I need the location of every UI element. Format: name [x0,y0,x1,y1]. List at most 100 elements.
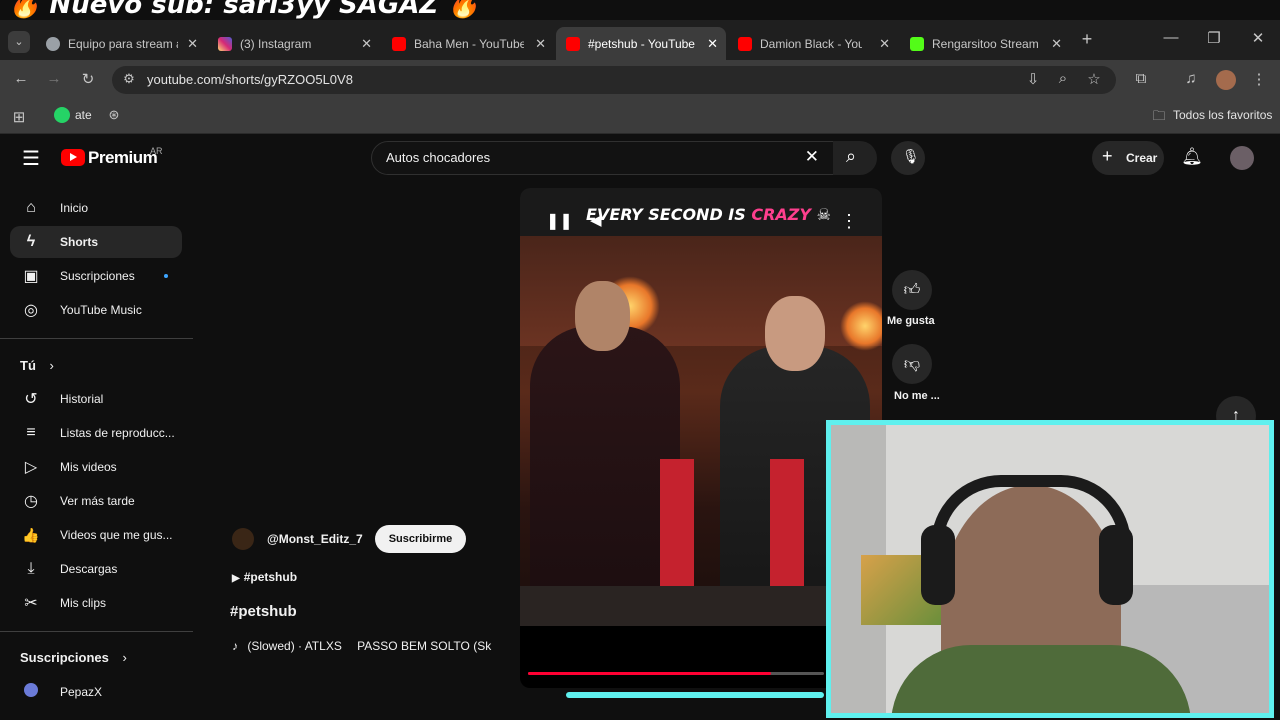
like-label: Me gusta [887,315,935,327]
sidebar-item-liked-videos[interactable]: 👍 Videos que me gus... [10,519,182,551]
forward-icon[interactable]: → [43,70,65,87]
more-options-icon[interactable]: ⋮ [840,211,858,232]
youtube-icon [738,36,752,51]
volume-icon[interactable]: ◀ [590,211,602,229]
play-icon: ▶ [232,573,240,584]
tab-equipo[interactable]: Equipo para stream a ✕ [36,27,206,60]
sidebar-item-mis-videos[interactable]: ▷ Mis videos [10,451,182,483]
sidebar-item-suscripciones[interactable]: ▣ Suscripciones [10,260,182,292]
media-control-icon[interactable]: ♫ [1180,70,1202,87]
thumbs-up-icon: 👍 [22,526,40,543]
reload-icon[interactable]: ↻ [77,70,99,88]
sidebar-item-youtube-music[interactable]: ◎ YouTube Music [10,294,182,326]
search-query[interactable]: Autos chocadores [386,150,490,165]
close-icon[interactable]: ✕ [1051,36,1062,52]
tab-damion-black[interactable]: Damion Black - YouT ✕ [728,27,898,60]
short-title: #petshub [230,603,297,620]
search-input[interactable]: Autos chocadores ✕ [371,141,834,175]
sidebar-divider [0,338,193,339]
search-icon: ⌕ [846,146,857,166]
sidebar-item-mis-clips[interactable]: ✂ Mis clips [10,587,182,619]
chatgpt-icon[interactable]: ⊛ [103,107,125,123]
thumbs-down-icon: 👎︎ [903,355,921,373]
sidebar-item-historial[interactable]: ↺ Historial [10,383,182,415]
notifications-bell-icon[interactable]: 🔔︎ [1181,147,1203,167]
chevron-right-icon: › [49,358,54,373]
create-button[interactable]: + Crear [1092,141,1164,175]
new-tab-button[interactable]: + [1076,29,1098,50]
profile-avatar[interactable] [1216,70,1236,90]
bookmark-star-icon[interactable]: ☆ [1083,70,1105,88]
close-window-icon[interactable]: ✕ [1247,29,1269,47]
sidebar-item-shorts[interactable]: ϟ Shorts [10,226,182,258]
sidebar-item-playlists[interactable]: ≡ Listas de reproducc... [10,417,182,449]
close-icon[interactable]: ✕ [707,36,718,52]
search-button[interactable]: ⌕ [833,141,877,175]
plus-icon: + [1102,146,1113,166]
close-icon[interactable]: ✕ [361,36,372,52]
minimize-icon[interactable]: — [1160,29,1182,46]
youtube-premium-logo[interactable]: Premium [88,148,158,168]
music-info[interactable]: ♪ (Slowed) · ATLXS PASSO BEM SOLTO (Sk [232,639,510,653]
clear-search-icon[interactable]: ✕ [805,147,819,167]
subscribe-button[interactable]: Suscribirme [375,525,466,553]
history-icon: ↺ [24,391,38,408]
subscriptions-section-heading[interactable]: Suscripciones › [20,650,127,665]
bookmark-whatsapp[interactable]: ate [75,108,92,122]
apps-grid-icon[interactable]: ⊞ [8,108,30,126]
instagram-icon [218,36,232,51]
back-icon[interactable]: ← [10,70,32,87]
sidebar-item-ver-mas-tarde[interactable]: ◷ Ver más tarde [10,485,182,517]
dislike-button[interactable]: 👎︎ [892,344,932,384]
buzzer-pillar [770,459,804,586]
tab-instagram[interactable]: (3) Instagram ✕ [208,27,380,60]
tab-petshub[interactable]: #petshub - YouTube ✕ [556,27,726,60]
sidebar-item-descargas[interactable]: ⤓ Descargas [10,553,182,585]
site-settings-icon[interactable]: ⚙ [118,71,140,87]
caption-part-1: EVERY SECOND IS [586,205,752,224]
stream-alert-banner: 🔥 Nuevo sub: sarl3yy SAGAZ 🔥 [0,0,1280,20]
you-section-heading[interactable]: Tú › [20,358,54,373]
tab-rengarsitoo[interactable]: Rengarsitoo Stream ✕ [900,27,1070,60]
like-button[interactable]: 👍︎ [892,270,932,310]
sidebar-item-label: PepazX [60,685,103,699]
account-avatar[interactable] [1230,146,1254,170]
pause-icon[interactable]: ❚❚ [546,211,573,231]
channel-avatar [20,682,42,702]
skull-icon: ☠ [816,205,831,224]
microphone-icon: 🎙 [902,148,920,164]
browser-menu-icon[interactable]: ⋮ [1248,70,1270,88]
zoom-icon[interactable]: ⌕ [1052,70,1074,87]
create-label: Crear [1126,151,1158,165]
video-progress-track[interactable] [528,672,824,675]
close-icon[interactable]: ✕ [187,36,198,52]
webcam-shirt [891,645,1191,713]
voice-search-button[interactable]: 🎙 [891,141,925,175]
youtube-icon [566,36,580,51]
youtube-logo-icon[interactable] [61,149,85,166]
webcam-headset-cup [1099,525,1133,605]
tab-search-icon[interactable]: ⌄ [8,31,30,53]
thumbs-up-icon: 👍︎ [903,281,921,299]
url-text[interactable]: youtube.com/shorts/gyRZOO5L0V8 [147,72,353,87]
channel-avatar[interactable] [232,528,254,550]
close-icon[interactable]: ✕ [535,36,546,52]
sidebar-item-label: Suscripciones [60,269,135,283]
tab-baha-men[interactable]: Baha Men - YouTube ✕ [382,27,554,60]
hamburger-menu-icon[interactable]: ☰ [20,146,42,171]
hashtag-link[interactable]: ▶ #petshub [232,570,297,584]
restore-icon[interactable]: ❐ [1203,29,1225,47]
webcam-overlay [826,420,1274,718]
kick-icon [910,36,924,51]
install-app-icon[interactable]: ⇩ [1022,70,1044,88]
all-favorites-link[interactable]: Todos los favoritos [1173,108,1272,122]
extensions-icon[interactable]: ⧉ [1130,70,1152,87]
bookmarks-bar: ⊞ ate ⊛ 🗀 Todos los favoritos [0,100,1280,134]
sidebar-item-inicio[interactable]: ⌂ Inicio [10,192,182,224]
sidebar-item-label: Listas de reproducc... [60,426,175,440]
sidebar-item-pepazx[interactable]: PepazX [10,676,182,708]
close-icon[interactable]: ✕ [879,36,890,52]
sidebar-item-label: Mis clips [60,596,107,610]
channel-name[interactable]: @Monst_Editz_7 [267,532,363,546]
hashtag-label: #petshub [243,570,298,584]
